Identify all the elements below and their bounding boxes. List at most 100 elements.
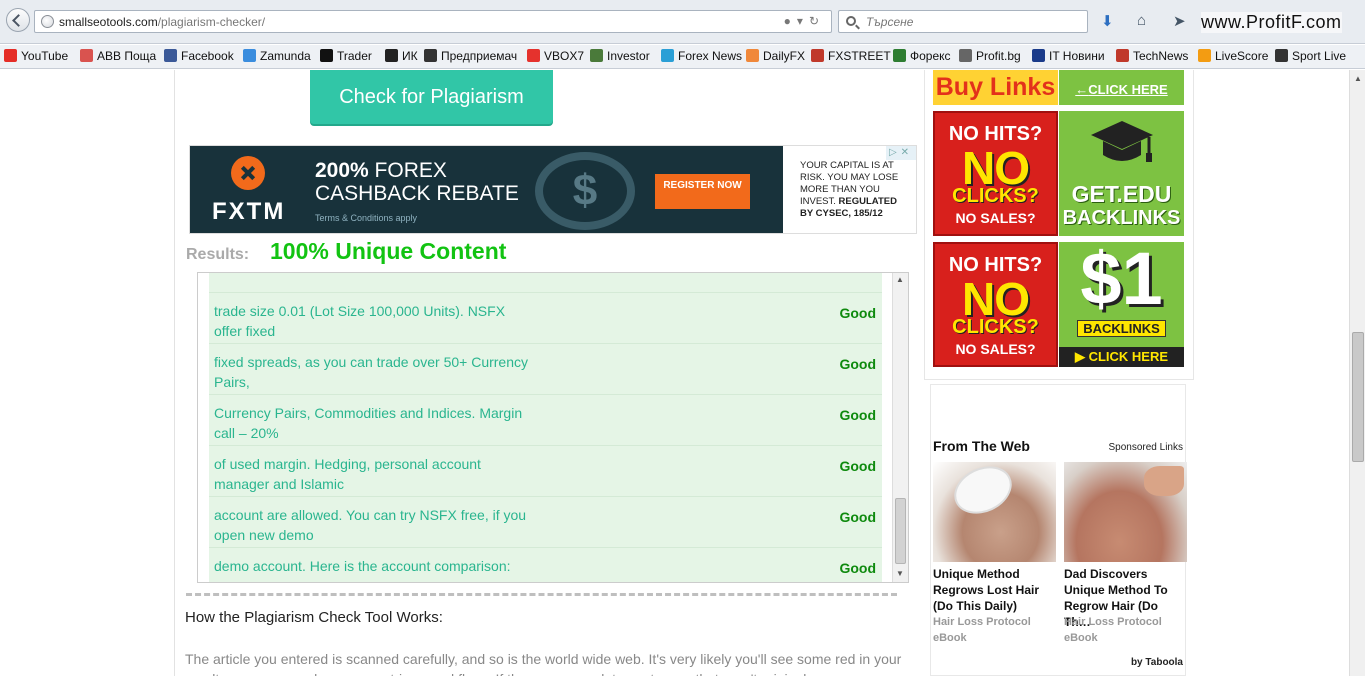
bookmark-favicon-icon bbox=[893, 49, 906, 62]
page-scrollbar[interactable]: ▲ bbox=[1349, 70, 1365, 676]
bookmark-label: LiveScore bbox=[1215, 49, 1269, 63]
story-source-2: Hair Loss Protocol eBook bbox=[1064, 616, 1162, 644]
bookmark-item[interactable]: FXSTREET bbox=[811, 49, 891, 63]
back-button[interactable] bbox=[6, 8, 30, 32]
graduation-cap-icon bbox=[1091, 121, 1153, 162]
bookmark-item[interactable]: Форекс bbox=[893, 49, 951, 63]
bookmark-label: ИК bbox=[402, 49, 418, 63]
ad-terms[interactable]: Terms & Conditions apply bbox=[315, 213, 417, 223]
bookmark-label: Forex News bbox=[678, 49, 743, 63]
dollar-icon: $ bbox=[535, 152, 635, 230]
bookmark-item[interactable]: VBOX7 bbox=[527, 49, 584, 63]
no-hits-ad-1[interactable]: NO HITS? NO CLICKS? NO SALES? bbox=[933, 111, 1058, 236]
scroll-down-icon[interactable]: ▼ bbox=[896, 569, 904, 578]
get-edu-backlinks-ad[interactable]: GET.EDU BACKLINKS bbox=[1059, 111, 1184, 236]
bookmark-item[interactable]: Trader bbox=[320, 49, 372, 63]
bookmark-label: Предприемач bbox=[441, 49, 518, 63]
bookmark-item[interactable]: ABB Поща bbox=[80, 49, 156, 63]
home-icon[interactable]: ⌂ bbox=[1137, 12, 1146, 29]
clicks-text: CLICKS? bbox=[952, 185, 1039, 207]
click-here-text: CLICK HERE bbox=[1059, 82, 1184, 97]
result-row: account are allowed. You can try NSFX fr… bbox=[209, 497, 882, 548]
reload-icon[interactable]: ●▾↻ bbox=[784, 14, 825, 28]
results-box[interactable]: leverage 1:200 with trade size 0.01 (Lot … bbox=[197, 272, 909, 583]
bookmark-item[interactable]: Investor bbox=[590, 49, 650, 63]
result-status: Good bbox=[839, 509, 876, 525]
backlinks-text: BACKLINKS bbox=[1062, 207, 1181, 229]
web-page: Check for Plagiarism FXTM 200% FOREX CAS… bbox=[0, 70, 1349, 676]
bookmark-favicon-icon bbox=[746, 49, 759, 62]
bookmark-label: DailyFX bbox=[763, 49, 806, 63]
no-sales-text: NO SALES? bbox=[955, 210, 1036, 226]
bookmark-favicon-icon bbox=[1032, 49, 1045, 62]
bookmark-label: Facebook bbox=[181, 49, 234, 63]
hand-image bbox=[1144, 466, 1184, 496]
bookmark-item[interactable]: LiveScore bbox=[1198, 49, 1268, 63]
page-scroll-up-icon[interactable]: ▲ bbox=[1354, 74, 1362, 83]
bookmark-item[interactable]: TechNews bbox=[1116, 49, 1188, 63]
bookmark-label: TechNews bbox=[1133, 49, 1189, 63]
bookmark-label: FXSTREET bbox=[828, 49, 891, 63]
by-taboola-label[interactable]: by Taboola bbox=[1131, 657, 1183, 668]
url-host: smallseotools.com bbox=[59, 15, 158, 29]
bookmark-item[interactable]: Forex News bbox=[661, 49, 742, 63]
bookmark-item[interactable]: Profit.bg bbox=[959, 49, 1021, 63]
get-edu-text: GET.EDU bbox=[1071, 181, 1172, 207]
story-thumbnail-1[interactable] bbox=[933, 462, 1056, 562]
fxtm-brand: FXTM bbox=[212, 198, 286, 225]
ad-close-icon[interactable]: ▷✕ bbox=[886, 146, 916, 160]
bookmark-item[interactable]: YouTube bbox=[4, 49, 68, 63]
url-path: /plagiarism-checker/ bbox=[157, 15, 266, 29]
search-icon bbox=[846, 16, 856, 26]
bookmark-item[interactable]: Предприемач bbox=[424, 49, 517, 63]
page-scroll-thumb[interactable] bbox=[1352, 332, 1364, 462]
result-row: Currency Pairs, Commodities and Indices.… bbox=[209, 395, 882, 446]
no-hits-ad-2[interactable]: NO HITS? NO CLICKS? NO SALES? bbox=[933, 242, 1058, 367]
bookmark-favicon-icon bbox=[811, 49, 824, 62]
bookmark-item[interactable]: IT Новини bbox=[1032, 49, 1105, 63]
ad-headline-rest: FOREX bbox=[368, 159, 447, 182]
search-placeholder: Търсене bbox=[866, 15, 914, 29]
url-text[interactable]: smallseotools.com/plagiarism-checker/ bbox=[59, 15, 265, 29]
results-value: 100% Unique Content bbox=[270, 238, 507, 264]
dashed-separator bbox=[186, 593, 897, 596]
result-row: leverage 1:200 with bbox=[209, 273, 882, 293]
globe-icon bbox=[41, 15, 54, 28]
check-plagiarism-button[interactable]: Check for Plagiarism bbox=[310, 70, 553, 124]
ad-headline: 200% FOREX bbox=[315, 159, 447, 183]
send-icon[interactable]: ➤ bbox=[1173, 12, 1186, 30]
bookmark-favicon-icon bbox=[1275, 49, 1288, 62]
bookmark-favicon-icon bbox=[1198, 49, 1211, 62]
story-thumbnail-2[interactable] bbox=[1064, 462, 1187, 562]
bookmark-favicon-icon bbox=[320, 49, 333, 62]
bookmark-favicon-icon bbox=[959, 49, 972, 62]
bookmark-item[interactable]: Facebook bbox=[164, 49, 234, 63]
sponsored-links-label[interactable]: Sponsored Links bbox=[1109, 442, 1184, 453]
bookmark-item[interactable]: Sport Live bbox=[1275, 49, 1346, 63]
bookmark-label: VBOX7 bbox=[544, 49, 585, 63]
scroll-up-icon[interactable]: ▲ bbox=[896, 275, 904, 284]
results-scroll-thumb[interactable] bbox=[895, 498, 906, 564]
results-scrollbar[interactable]: ▲ ▼ bbox=[892, 273, 908, 582]
fxtm-ad-banner[interactable]: FXTM 200% FOREX CASHBACK REBATE Terms & … bbox=[189, 145, 917, 234]
navigation-toolbar: smallseotools.com/plagiarism-checker/ ●▾… bbox=[0, 0, 1365, 44]
result-status: Good bbox=[839, 458, 876, 474]
register-now-button[interactable]: REGISTER NOW bbox=[655, 174, 750, 209]
bookmark-item[interactable]: ИК bbox=[385, 49, 418, 63]
story-title-1[interactable]: Unique Method Regrows Lost Hair (Do This… bbox=[933, 566, 1056, 614]
result-status: Good bbox=[839, 305, 876, 321]
download-icon[interactable]: ⬇ bbox=[1101, 12, 1114, 30]
bookmark-item[interactable]: DailyFX bbox=[746, 49, 805, 63]
click-here-text-2: CLICK HERE bbox=[1059, 347, 1184, 367]
one-dollar-backlinks-ad[interactable]: $1 BACKLINKS CLICK HERE bbox=[1059, 242, 1184, 367]
result-status: Good bbox=[839, 560, 876, 576]
right-ad-column: Buy Links CLICK HERE NO HITS? NO CLICKS?… bbox=[924, 70, 1194, 380]
address-bar[interactable]: smallseotools.com/plagiarism-checker/ ●▾… bbox=[34, 10, 832, 33]
buy-links-ad[interactable]: Buy Links bbox=[933, 70, 1058, 105]
bookmark-item[interactable]: Zamunda bbox=[243, 49, 311, 63]
search-bar[interactable]: Търсене bbox=[838, 10, 1088, 33]
result-row: fixed spreads, as you can trade over 50+… bbox=[209, 344, 882, 395]
story-source-1: Hair Loss Protocol eBook bbox=[933, 616, 1031, 644]
click-here-ad[interactable]: CLICK HERE bbox=[1059, 70, 1184, 105]
hairbrush-image bbox=[946, 462, 1020, 523]
